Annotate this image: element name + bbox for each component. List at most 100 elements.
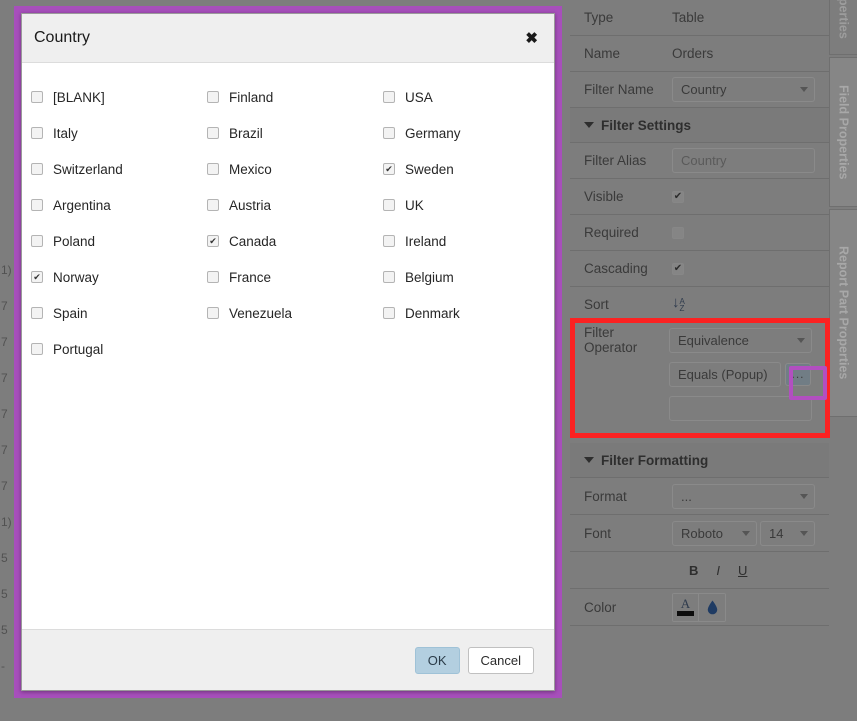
tab-properties-label: Properties (836, 0, 851, 39)
ellipsis-button[interactable]: ... (785, 362, 811, 386)
country-option[interactable]: Ireland (374, 223, 550, 259)
country-option[interactable]: ✔ Norway (22, 259, 198, 295)
tab-report-part-properties[interactable]: Report Part Properties (829, 209, 857, 417)
filter-name-select[interactable]: Country (672, 77, 815, 102)
cascading-checkbox[interactable]: ✔ (672, 262, 684, 275)
filter-alias-input[interactable]: Country (672, 148, 815, 173)
country-option[interactable]: Portugal (22, 331, 198, 367)
country-label: Canada (229, 233, 277, 249)
close-icon[interactable]: ✖ (525, 31, 538, 46)
country-label: France (229, 269, 272, 285)
country-checkbox[interactable] (383, 127, 395, 139)
country-option[interactable]: Germany (374, 115, 550, 151)
country-label: UK (405, 197, 424, 213)
country-option[interactable]: Italy (22, 115, 198, 151)
country-option[interactable]: Poland (22, 223, 198, 259)
country-checkbox[interactable] (31, 127, 43, 139)
equals-popup-field[interactable]: Equals (Popup) (669, 361, 781, 387)
property-row-format: Format ... (570, 478, 829, 515)
text-color-a-glyph: A (680, 596, 691, 611)
country-checkbox[interactable] (31, 343, 43, 355)
section-title-filter-settings: Filter Settings (601, 117, 692, 133)
property-row-filter-name: Filter Name Country (570, 72, 829, 108)
format-select[interactable]: ... (672, 483, 815, 509)
country-checkbox[interactable] (31, 163, 43, 175)
country-checkbox[interactable]: ✔ (383, 163, 395, 175)
country-checkbox[interactable] (207, 271, 219, 283)
country-checkbox[interactable] (383, 307, 395, 319)
property-row-required: Required (570, 215, 829, 251)
country-checkbox[interactable] (31, 235, 43, 247)
underline-button[interactable]: U (738, 563, 747, 578)
country-label: Italy (53, 125, 78, 141)
country-checkbox[interactable] (207, 91, 219, 103)
country-option[interactable]: Mexico (198, 151, 374, 187)
filter-operator-empty-input[interactable] (669, 395, 812, 421)
country-option[interactable]: USA (374, 79, 550, 115)
country-option[interactable]: Denmark (374, 295, 550, 331)
filter-operator-equals-row: Equals (Popup) ... (575, 357, 825, 391)
font-family-select[interactable]: Roboto (672, 520, 757, 546)
property-label-font: Font (584, 525, 612, 541)
country-checkbox[interactable]: ✔ (207, 235, 219, 247)
chevron-down-icon-3 (800, 493, 808, 499)
section-header-filter-settings[interactable]: Filter Settings (570, 108, 829, 143)
country-option[interactable]: Brazil (198, 115, 374, 151)
country-checkbox[interactable] (207, 307, 219, 319)
filter-operator-group: Filter Operator Equivalence Equals (Popu… (575, 323, 825, 433)
country-checkbox[interactable] (383, 91, 395, 103)
country-option[interactable]: UK (374, 187, 550, 223)
country-option[interactable]: Austria (198, 187, 374, 223)
sort-az-icon[interactable]: ↓ A Z (672, 294, 685, 313)
filter-alias-value: Country (681, 153, 727, 168)
text-color-button[interactable]: A (673, 593, 699, 621)
country-option[interactable]: France (198, 259, 374, 295)
country-checkbox[interactable] (383, 235, 395, 247)
country-checkbox[interactable] (31, 199, 43, 211)
country-checkbox[interactable] (207, 163, 219, 175)
country-label: USA (405, 89, 433, 105)
property-label-color: Color (584, 599, 617, 615)
country-checkbox[interactable] (207, 199, 219, 211)
property-row-cascading: Cascading ✔ (570, 251, 829, 287)
sort-arrow-glyph: ↓ (672, 294, 680, 311)
property-row-sort: Sort ↓ A Z (570, 287, 829, 323)
country-option[interactable]: Spain (22, 295, 198, 331)
font-size-select[interactable]: 14 (760, 520, 815, 546)
section-header-filter-formatting[interactable]: Filter Formatting (570, 443, 829, 478)
country-checkbox[interactable] (383, 271, 395, 283)
bold-button[interactable]: B (689, 563, 698, 578)
country-checkbox[interactable]: ✔ (31, 271, 43, 283)
country-label: Switzerland (53, 161, 123, 177)
country-label: Austria (229, 197, 272, 213)
country-option[interactable]: ✔ Canada (198, 223, 374, 259)
cancel-button[interactable]: Cancel (467, 646, 534, 674)
required-checkbox[interactable] (672, 226, 684, 239)
property-label-required: Required (584, 225, 639, 240)
country-checkbox-grid: [BLANK] Finland USA Italy Brazil Germany Switz… (22, 79, 554, 367)
country-checkbox[interactable] (31, 307, 43, 319)
country-checkbox[interactable] (207, 127, 219, 139)
visible-checkbox[interactable]: ✔ (672, 190, 684, 203)
format-value: ... (681, 488, 692, 504)
property-row-font: Font Roboto 14 (570, 515, 829, 552)
tab-field-properties[interactable]: Field Properties (829, 57, 857, 207)
italic-button[interactable]: I (716, 563, 720, 578)
country-option[interactable]: ✔ Sweden (374, 151, 550, 187)
ok-button[interactable]: OK (414, 646, 460, 674)
country-option[interactable]: Venezuela (198, 295, 374, 331)
chevron-down-icon (800, 87, 808, 92)
country-checkbox[interactable] (31, 91, 43, 103)
country-option[interactable]: Finland (198, 79, 374, 115)
water-drop-icon (707, 600, 717, 614)
tab-properties[interactable]: Properties (829, 0, 857, 55)
country-checkbox[interactable] (383, 199, 395, 211)
country-label: Mexico (229, 161, 272, 177)
fill-color-button[interactable] (699, 593, 725, 621)
country-label: Portugal (53, 341, 104, 357)
country-option[interactable]: Argentina (22, 187, 198, 223)
country-option[interactable]: [BLANK] (22, 79, 198, 115)
filter-operator-select[interactable]: Equivalence (669, 327, 812, 353)
country-option[interactable]: Switzerland (22, 151, 198, 187)
country-option[interactable]: Belgium (374, 259, 550, 295)
